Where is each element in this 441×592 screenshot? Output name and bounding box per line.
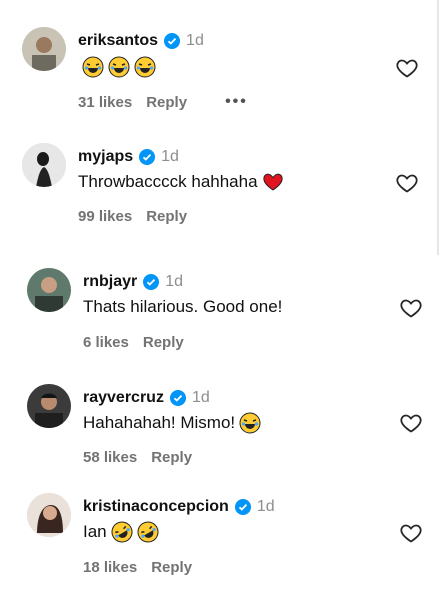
rofl-emoji-icon xyxy=(111,521,133,543)
verified-badge-icon xyxy=(143,274,160,290)
more-options-icon[interactable]: ••• xyxy=(225,93,248,111)
comment-text xyxy=(78,56,156,78)
likes-count[interactable]: 31 likes xyxy=(78,94,132,111)
timestamp: 1d xyxy=(256,498,275,515)
verified-badge-icon xyxy=(164,33,181,49)
joy-emoji-icon xyxy=(239,412,261,434)
avatar-rayvercruz[interactable] xyxy=(27,384,71,428)
avatar-myjaps[interactable] xyxy=(22,143,66,187)
timestamp: 1d xyxy=(161,148,179,165)
like-heart-icon[interactable] xyxy=(395,56,419,80)
verified-badge-icon xyxy=(234,499,251,515)
likes-count[interactable]: 6 likes xyxy=(83,334,129,351)
comment-text: Thats hilarious. Good one! xyxy=(83,297,282,317)
likes-count[interactable]: 18 likes xyxy=(83,559,137,576)
reply-button[interactable]: Reply xyxy=(151,449,192,466)
username[interactable]: myjaps xyxy=(78,148,133,166)
like-heart-icon[interactable] xyxy=(399,296,423,320)
comment-text-body: Ian xyxy=(83,522,107,541)
comment-text-body: Thats hilarious. Good one! xyxy=(83,297,283,316)
joy-emoji-icon xyxy=(108,56,130,78)
username[interactable]: rayvercruz xyxy=(83,389,164,407)
rofl-emoji-icon xyxy=(137,521,159,543)
joy-emoji-icon xyxy=(82,56,104,78)
timestamp: 1d xyxy=(165,273,184,290)
comment-text: Throwbacccck hahhaha xyxy=(78,171,284,193)
username[interactable]: kristinaconcepcion xyxy=(83,498,229,516)
like-heart-icon[interactable] xyxy=(399,411,423,435)
timestamp: 1d xyxy=(186,32,204,49)
avatar-eriksantos[interactable] xyxy=(22,27,66,71)
likes-count[interactable]: 58 likes xyxy=(83,449,137,466)
likes-count[interactable]: 99 likes xyxy=(78,208,132,225)
verified-badge-icon xyxy=(139,149,156,165)
scrollbar-track[interactable] xyxy=(437,0,439,255)
avatar-rnbjayr[interactable] xyxy=(27,268,71,312)
joy-emoji-icon xyxy=(134,56,156,78)
comment-text-body: Hahahahah! Mismo! xyxy=(83,413,236,432)
comment-text-body: Throwbacccck hahhaha xyxy=(78,172,258,191)
timestamp: 1d xyxy=(191,389,210,406)
reply-button[interactable]: Reply xyxy=(146,208,187,225)
verified-badge-icon xyxy=(169,390,186,406)
red-heart-emoji-icon xyxy=(262,173,283,191)
comment-text: Ian xyxy=(83,521,159,543)
like-heart-icon[interactable] xyxy=(395,171,419,195)
username[interactable]: eriksantos xyxy=(78,32,158,50)
avatar-kristinaconcepcion[interactable] xyxy=(27,493,71,537)
reply-button[interactable]: Reply xyxy=(143,334,184,351)
username[interactable]: rnbjayr xyxy=(83,273,137,291)
comment-text: Hahahahah! Mismo! xyxy=(83,412,261,434)
like-heart-icon[interactable] xyxy=(399,521,423,545)
reply-button[interactable]: Reply xyxy=(151,559,192,576)
reply-button[interactable]: Reply xyxy=(146,94,187,111)
